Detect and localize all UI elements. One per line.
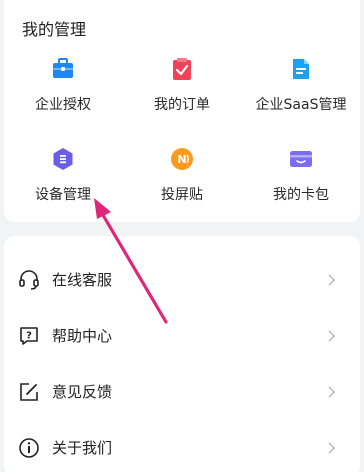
- info-icon: [19, 438, 39, 458]
- card-wallet-icon: [290, 151, 312, 167]
- grid-item-label: 设备管理: [35, 187, 91, 203]
- grid-item-card-wallet[interactable]: 我的卡包: [242, 146, 360, 206]
- menu-item-help-center[interactable]: ? 帮助中心: [4, 308, 360, 364]
- cast-sticker-icon: N: [171, 148, 193, 170]
- my-management-card: 我的管理 企业授权 我的订单 企业SaaS管理 设备管理 N 投屏贴 我的卡包: [4, 0, 360, 222]
- grid-item-label: 我的订单: [154, 97, 210, 113]
- menu-item-label: 帮助中心: [52, 327, 113, 345]
- grid-item-enterprise-saas[interactable]: 企业SaaS管理: [242, 56, 360, 116]
- grid-item-label: 投屏贴: [161, 187, 203, 203]
- order-clipboard-icon: [173, 58, 191, 80]
- headset-icon: [19, 270, 39, 290]
- grid-item-label: 企业SaaS管理: [255, 97, 347, 113]
- menu-list-card: 在线客服 ? 帮助中心 意见反馈 关于我们: [4, 236, 360, 472]
- chevron-right-icon: [328, 330, 336, 342]
- menu-item-label: 意见反馈: [52, 383, 113, 401]
- menu-item-label: 在线客服: [52, 271, 113, 289]
- device-hexagon-icon: [53, 148, 73, 170]
- grid-item-cast-sticker[interactable]: N 投屏贴: [123, 146, 241, 206]
- menu-item-label: 关于我们: [52, 439, 113, 457]
- menu-item-about-us[interactable]: 关于我们: [4, 420, 360, 472]
- grid-item-device-management[interactable]: 设备管理: [4, 146, 122, 206]
- svg-text:N: N: [177, 153, 186, 166]
- section-title: 我的管理: [22, 20, 87, 39]
- chevron-right-icon: [328, 274, 336, 286]
- svg-text:?: ?: [26, 331, 32, 342]
- grid-item-label: 我的卡包: [273, 187, 329, 203]
- briefcase-icon: [53, 58, 73, 78]
- chevron-right-icon: [328, 386, 336, 398]
- menu-item-online-service[interactable]: 在线客服: [4, 252, 360, 308]
- chevron-right-icon: [328, 442, 336, 454]
- grid-item-enterprise-auth[interactable]: 企业授权: [4, 56, 122, 116]
- menu-item-feedback[interactable]: 意见反馈: [4, 364, 360, 420]
- grid-item-label: 企业授权: [35, 97, 91, 113]
- edit-feedback-icon: [20, 383, 38, 401]
- saas-document-icon: [293, 59, 309, 79]
- grid-item-my-orders[interactable]: 我的订单: [123, 56, 241, 116]
- help-question-icon: ?: [20, 327, 38, 345]
